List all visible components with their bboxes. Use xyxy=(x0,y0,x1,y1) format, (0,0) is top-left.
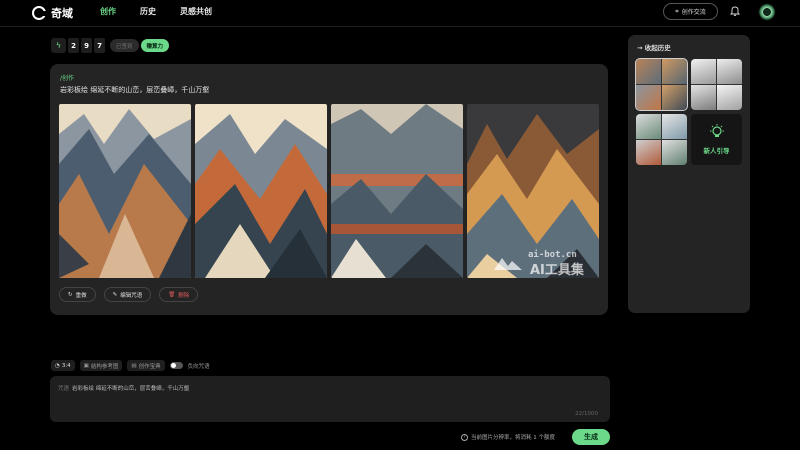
lightbulb-icon xyxy=(709,124,724,137)
result-actions: ↻ 重做 ✎ 编辑咒语 🗑 删除 xyxy=(59,287,199,302)
info-icon: ? xyxy=(461,433,468,441)
history-item[interactable] xyxy=(635,58,688,111)
app-name: 奇域 xyxy=(51,7,73,20)
arrow-right-icon: → xyxy=(637,44,643,52)
ratio-label: 3:4 xyxy=(61,362,71,369)
top-bar: 奇域 创作 历史 灵感共创 ⌗ 创作交流 xyxy=(0,0,800,27)
delete-label: 删除 xyxy=(178,292,190,299)
new-user-guide-button[interactable]: 新人引导 xyxy=(691,114,742,165)
result-image[interactable] xyxy=(195,104,327,278)
prompt-text-area[interactable]: 咒语 岩彩板绘 绵延不断的山峦，层峦叠嶂，千山万壑 xyxy=(58,384,189,392)
checked-in-pill[interactable]: 已签到 xyxy=(110,39,139,52)
result-image[interactable] xyxy=(59,104,191,278)
trash-icon: 🗑 xyxy=(168,291,176,298)
avatar[interactable] xyxy=(758,3,776,21)
credit-digit: 9 xyxy=(81,38,92,53)
book-icon: ▤ xyxy=(131,362,137,369)
exchange-button[interactable]: ⌗ 创作交流 xyxy=(663,3,718,20)
prompt-label: 咒语 xyxy=(58,386,70,392)
pencil-icon: ✎ xyxy=(112,291,118,298)
bell-icon[interactable] xyxy=(729,5,741,17)
history-title: 收起历史 xyxy=(644,44,671,52)
guide-label: 新人引导 xyxy=(703,147,730,155)
creation-guide-button[interactable]: ▤ 创作宝典 xyxy=(127,360,165,371)
creation-guide-label: 创作宝典 xyxy=(138,363,161,370)
generate-button[interactable]: 生成 xyxy=(572,429,610,445)
ratio-icon: ◔ xyxy=(55,362,60,369)
collapse-history-button[interactable]: → 收起历史 xyxy=(637,42,671,52)
history-item[interactable] xyxy=(636,114,687,165)
result-image[interactable] xyxy=(331,104,463,278)
watermark-line2: AI工具集 xyxy=(530,263,584,278)
history-panel: → 收起历史 新人引导 xyxy=(628,35,750,313)
prompt-value: 岩彩板绘 绵延不断的山峦，层峦叠嶂，千山万壑 xyxy=(72,386,190,392)
mode-tag: /创作 xyxy=(60,75,75,82)
prompt-input[interactable]: 咒语 岩彩板绘 绵延不断的山峦，层峦叠嶂，千山万壑 22/1000 xyxy=(50,376,610,422)
scan-icon: ⌗ xyxy=(675,7,679,15)
image-icon: ▣ xyxy=(83,362,89,369)
earn-credits-button[interactable]: 赚算力 xyxy=(140,39,170,52)
edit-prompt-button[interactable]: ✎ 编辑咒语 xyxy=(103,287,152,302)
logo-icon xyxy=(32,6,46,20)
watermark-logo-icon xyxy=(494,258,522,270)
refresh-icon: ↻ xyxy=(68,291,73,298)
logo[interactable]: 奇域 xyxy=(32,5,73,21)
history-grid: 新人引导 xyxy=(635,58,742,165)
nav-item-inspiration[interactable]: 灵感共创 xyxy=(180,6,212,17)
negative-prompt-label: 负向咒语 xyxy=(187,363,210,370)
history-item[interactable] xyxy=(691,59,742,110)
negative-prompt-toggle[interactable] xyxy=(169,362,183,369)
delete-button[interactable]: 🗑 删除 xyxy=(159,287,199,302)
result-prompt: 岩彩板绘 绵延不断的山峦，层峦叠嶂，千山万壑 xyxy=(60,86,210,94)
main-nav: 创作 历史 灵感共创 xyxy=(100,6,212,17)
ratio-selector[interactable]: ◔ 3:4 xyxy=(51,360,75,371)
character-count: 22/1000 xyxy=(575,411,598,417)
redo-label: 重做 xyxy=(75,292,87,299)
lightning-icon: ϟ xyxy=(51,38,66,53)
nav-item-history[interactable]: 历史 xyxy=(140,6,156,17)
structure-reference-label: 结构参考图 xyxy=(90,363,119,370)
credit-digit: 2 xyxy=(68,38,79,53)
edit-prompt-label: 编辑咒语 xyxy=(120,292,143,299)
options-toolbar: ◔ 3:4 ▣ 结构参考图 ▤ 创作宝典 负向咒语 xyxy=(51,360,210,371)
watermark: ai-bot.cn AI工具集 xyxy=(492,250,584,278)
cost-note: ? 当前图片分辨率，将消耗 1 个额度 xyxy=(461,433,555,441)
structure-reference-button[interactable]: ▣ 结构参考图 xyxy=(79,360,123,371)
credit-stats: ϟ 2 9 7 已签到 赚算力 xyxy=(51,38,170,53)
redo-button[interactable]: ↻ 重做 xyxy=(59,287,96,302)
credit-digit: 7 xyxy=(94,38,105,53)
nav-item-create[interactable]: 创作 xyxy=(100,6,116,17)
cost-note-text: 当前图片分辨率，将消耗 1 个额度 xyxy=(471,435,555,441)
exchange-label: 创作交流 xyxy=(681,9,706,16)
